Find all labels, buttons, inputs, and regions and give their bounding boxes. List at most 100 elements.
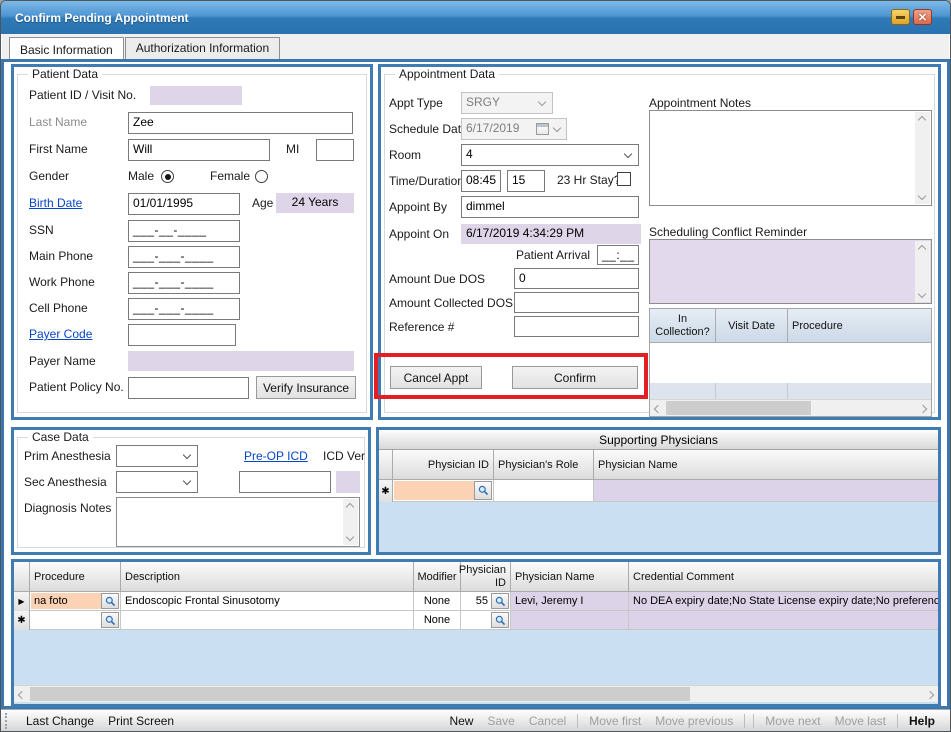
credential-comment-cell[interactable]: No DEA expiry date;No State License expi… (629, 592, 938, 611)
title-bar: Confirm Pending Appointment ✕ (1, 1, 950, 34)
col-physician-name[interactable]: Physician Name (511, 562, 629, 592)
col-description[interactable]: Description (121, 562, 414, 592)
toolbar-grip-icon[interactable] (5, 713, 9, 729)
minimize-button[interactable] (891, 9, 910, 25)
patient-data-panel: Patient Data Patient ID / Visit No. Last… (11, 64, 373, 420)
sec-anesthesia-label: Sec Anesthesia (24, 475, 107, 489)
appoint-on-label: Appoint On (389, 227, 449, 241)
time-input[interactable]: 08:45 (461, 170, 501, 192)
scroll-up-icon[interactable] (346, 503, 354, 511)
policy-input[interactable] (128, 377, 249, 399)
scrollbar-thumb[interactable] (666, 401, 811, 415)
cell-phone-input[interactable]: ___-___-____ (128, 298, 240, 320)
collections-hscrollbar[interactable] (650, 399, 931, 416)
col-visit-date[interactable]: Visit Date (716, 309, 788, 343)
description-cell[interactable]: Endoscopic Frontal Sinusotomy (121, 592, 414, 611)
schedule-date-picker[interactable]: 6/17/2019 (461, 118, 567, 140)
footer-toolbar: Last Change Print Screen New Save Cancel… (1, 709, 950, 731)
male-radio[interactable] (161, 170, 174, 183)
scroll-right-icon[interactable] (919, 405, 927, 413)
physician-search-button[interactable] (491, 593, 509, 609)
payer-code-link[interactable]: Payer Code (29, 327, 92, 341)
procedure-input[interactable]: na foto (31, 593, 101, 609)
modifier-cell[interactable]: None (414, 611, 461, 630)
appointment-notes-textarea[interactable] (649, 110, 932, 206)
amount-due-input[interactable]: 0 (514, 268, 639, 289)
physician-id-input[interactable] (462, 612, 491, 628)
col-physician-role[interactable]: Physician's Role (494, 450, 594, 480)
stay-checkbox[interactable] (617, 172, 631, 186)
col-physician-id[interactable]: Physician ID (461, 562, 511, 592)
female-radio[interactable] (255, 170, 268, 183)
procedure-row-1: ▶ na foto Endoscopic Frontal Sinusotomy … (14, 592, 938, 611)
credential-comment-cell[interactable] (629, 611, 938, 630)
description-cell[interactable] (121, 611, 414, 630)
verify-insurance-button[interactable]: Verify Insurance (256, 376, 356, 399)
col-procedure[interactable]: Procedure (788, 309, 931, 343)
close-button[interactable]: ✕ (913, 9, 932, 25)
preop-icd-input[interactable] (239, 471, 331, 493)
row-selector-header (379, 450, 393, 480)
ssn-input[interactable]: ___-__-____ (128, 220, 240, 242)
case-data-title: Case Data (28, 430, 93, 444)
last-change-button[interactable]: Last Change (26, 714, 94, 728)
scroll-down-icon[interactable] (346, 533, 354, 541)
procedure-input[interactable] (31, 612, 101, 628)
work-phone-input[interactable]: ___-___-____ (128, 272, 240, 294)
scroll-left-icon[interactable] (654, 405, 662, 413)
col-in-collection[interactable]: In Collection? (650, 309, 716, 343)
tab-authorization-information[interactable]: Authorization Information (125, 37, 280, 59)
new-button[interactable]: New (449, 714, 473, 728)
physician-name-cell[interactable]: Levi, Jeremy I (511, 592, 629, 611)
notes-scrollbar[interactable] (915, 112, 930, 204)
physician-id-input[interactable]: 55 (462, 593, 491, 609)
diagnosis-notes-textarea[interactable] (116, 497, 360, 547)
tab-basic-information[interactable]: Basic Information (9, 37, 124, 59)
col-modifier[interactable]: Modifier (414, 562, 461, 592)
col-physician-name[interactable]: Physician Name (594, 450, 938, 480)
diagnosis-scrollbar[interactable] (343, 499, 358, 545)
room-combo[interactable]: 4 (461, 144, 639, 166)
col-physician-id[interactable]: Physician ID (393, 450, 494, 480)
mi-input[interactable] (316, 139, 354, 161)
first-name-input[interactable]: Will (128, 139, 270, 161)
col-procedure[interactable]: Procedure (30, 562, 121, 592)
payer-code-input[interactable] (128, 324, 236, 346)
stay-label: 23 Hr Stay? (557, 173, 620, 187)
modifier-cell[interactable]: None (414, 592, 461, 611)
procedures-hscrollbar[interactable] (14, 685, 938, 702)
scroll-up-icon[interactable] (918, 245, 926, 253)
case-data-panel: Case Data Prim Anesthesia Pre-OP ICD ICD… (11, 427, 371, 555)
physician-search-button[interactable] (474, 481, 492, 500)
procedure-search-button[interactable] (101, 593, 119, 609)
new-row-icon: ✱ (14, 611, 30, 630)
main-phone-input[interactable]: ___-___-____ (128, 246, 240, 268)
birth-date-input[interactable]: 01/01/1995 (128, 193, 240, 215)
scrollbar-thumb[interactable] (30, 687, 690, 701)
scroll-right-icon[interactable] (926, 691, 934, 699)
last-name-input[interactable]: Zee (128, 112, 353, 134)
scroll-down-icon[interactable] (918, 192, 926, 200)
col-credential-comment[interactable]: Credential Comment (629, 562, 938, 592)
print-screen-button[interactable]: Print Screen (108, 714, 174, 728)
birth-date-link[interactable]: Birth Date (29, 196, 82, 210)
reference-input[interactable] (514, 316, 639, 337)
conflict-scrollbar[interactable] (915, 241, 930, 302)
duration-input[interactable]: 15 (507, 170, 545, 192)
patient-data-title: Patient Data (28, 67, 102, 81)
physician-search-button[interactable] (491, 612, 509, 628)
physician-name-cell[interactable] (511, 611, 629, 630)
preop-icd-link[interactable]: Pre-OP ICD (244, 449, 308, 463)
scroll-down-icon[interactable] (918, 290, 926, 298)
scroll-up-icon[interactable] (918, 116, 926, 124)
amount-collected-input[interactable] (514, 292, 639, 313)
physician-role-cell[interactable] (494, 480, 594, 502)
diagnosis-notes-label: Diagnosis Notes (24, 501, 111, 515)
appoint-by-input[interactable]: dimmel (461, 196, 639, 218)
appoint-on-field: 6/17/2019 4:34:29 PM (461, 224, 641, 244)
scroll-left-icon[interactable] (18, 691, 26, 699)
procedure-search-button[interactable] (101, 612, 119, 628)
help-button[interactable]: Help (909, 714, 935, 728)
physician-id-input[interactable] (394, 481, 474, 500)
patient-arrival-input[interactable]: __:__ (597, 245, 639, 265)
